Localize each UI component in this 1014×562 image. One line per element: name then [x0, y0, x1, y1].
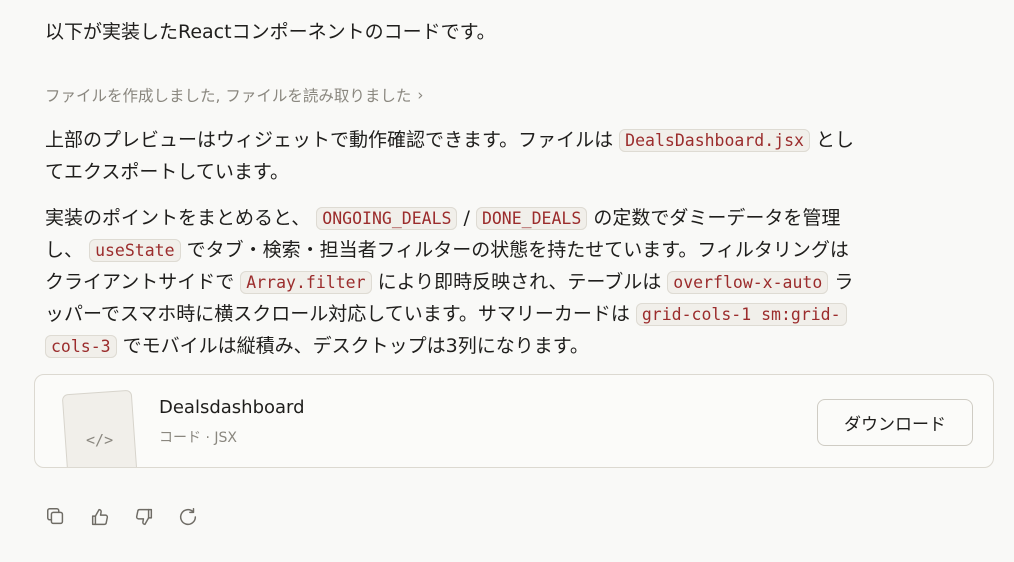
copy-icon[interactable] — [44, 505, 68, 529]
inline-code-cols-3: cols-3 — [45, 335, 117, 358]
paragraph-export: 上部のプレビューはウィジェットで動作確認できます。ファイルは DealsDash… — [45, 129, 855, 183]
file-title: Dealsdashboard — [159, 397, 305, 418]
inline-code-ongoing-deals: ONGOING_DEALS — [316, 207, 458, 230]
inline-code-done-deals: DONE_DEALS — [475, 207, 588, 230]
inline-code-array-filter: Array.filter — [240, 271, 372, 294]
inline-code-overflow: overflow-x-auto — [667, 271, 829, 294]
thumbs-down-icon[interactable] — [132, 505, 156, 529]
file-card[interactable]: </> Dealsdashboard コード · JSX ダウンロード — [34, 374, 994, 468]
tool-status-label: ファイルを作成しました, ファイルを読み取りました — [45, 87, 412, 105]
paragraph-implementation: 実装のポイントをまとめると、 ONGOING_DEALS / DONE_DEAL… — [45, 207, 854, 358]
download-button[interactable]: ダウンロード — [817, 399, 973, 446]
message-actions — [44, 505, 200, 529]
thumbs-up-icon[interactable] — [88, 505, 112, 529]
code-file-icon: </> — [61, 389, 139, 467]
tool-status-toggle[interactable]: ファイルを作成しました, ファイルを読み取りました › — [45, 84, 423, 106]
retry-icon[interactable] — [176, 505, 200, 529]
inline-code-usestate: useState — [89, 239, 181, 262]
inline-code-grid-cols: grid-cols-1 sm:grid- — [635, 303, 847, 326]
inline-code-filename: DealsDashboard.jsx — [619, 129, 810, 152]
chevron-right-icon: › — [417, 86, 424, 104]
file-subtitle: コード · JSX — [159, 430, 237, 446]
intro-text: 以下が実装したReactコンポーネントのコードです。 — [45, 21, 496, 43]
